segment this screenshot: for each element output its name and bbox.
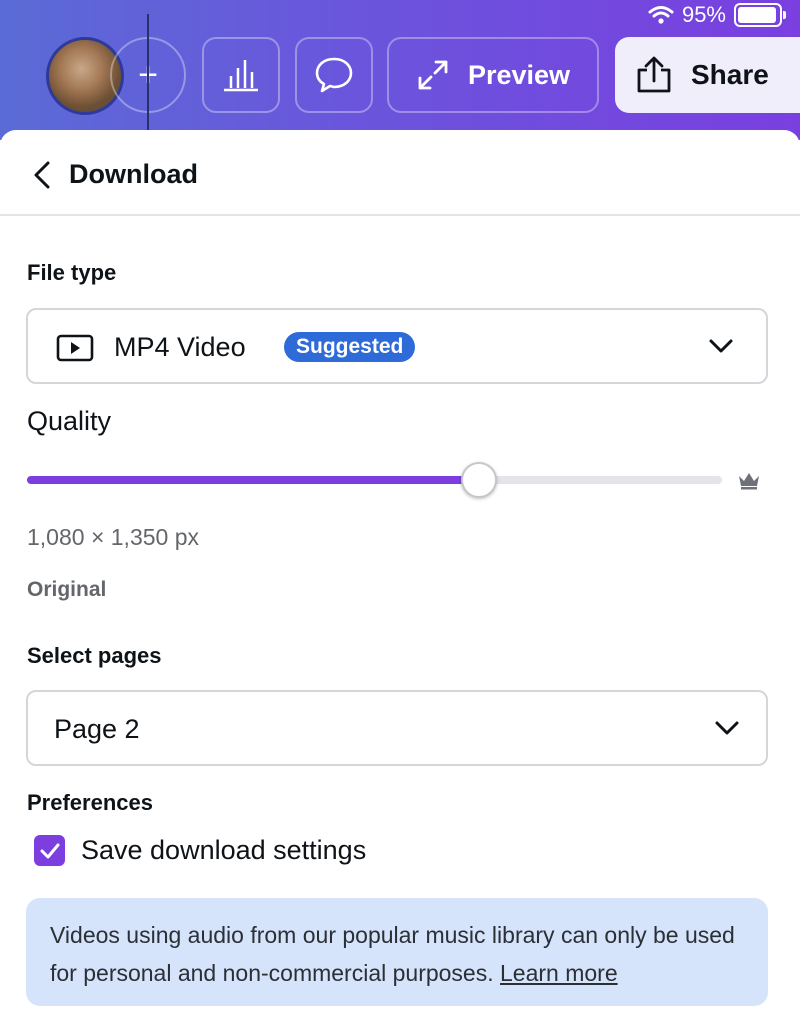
save-settings-row[interactable]: Save download settings	[34, 835, 366, 866]
chevron-down-icon	[715, 721, 739, 735]
crown-icon	[739, 473, 759, 490]
notice-text: Videos using audio from our popular musi…	[50, 922, 735, 986]
share-icon	[637, 56, 671, 93]
wifi-icon	[648, 6, 674, 24]
comment-icon	[315, 57, 353, 93]
preview-label: Preview	[467, 59, 571, 90]
panel-title: Download	[69, 159, 198, 189]
quality-slider-track[interactable]	[27, 476, 722, 484]
file-type-select[interactable]: MP4 Video Suggested	[26, 308, 768, 384]
bar-chart-icon	[224, 60, 258, 92]
dimensions-text: 1,080 × 1,350 px	[27, 524, 200, 550]
video-file-icon	[56, 334, 94, 362]
top-toolbar: 95% + Preview Share	[0, 0, 800, 140]
divider	[147, 14, 149, 130]
pages-select[interactable]: Page 2	[26, 690, 768, 766]
save-settings-checkbox[interactable]	[34, 835, 65, 866]
panel-header: Download	[0, 130, 800, 216]
comment-button[interactable]	[295, 37, 373, 113]
chevron-down-icon	[709, 339, 733, 353]
preferences-label: Preferences	[27, 790, 153, 815]
download-panel: Download File type MP4 Video Suggested Q…	[0, 130, 800, 1024]
checkmark-icon	[40, 843, 59, 858]
suggested-badge: Suggested	[284, 332, 416, 362]
quality-slider-fill	[27, 476, 479, 484]
battery-percent: 95%	[681, 2, 726, 27]
quality-preset: Original	[27, 578, 107, 601]
battery-icon	[734, 3, 786, 27]
preview-button[interactable]: Preview	[387, 37, 599, 113]
learn-more-link[interactable]: Learn more	[500, 960, 618, 986]
select-pages-label: Select pages	[27, 643, 162, 668]
share-label: Share	[691, 59, 769, 90]
file-type-value: MP4 Video	[114, 332, 246, 362]
expand-icon	[418, 60, 448, 90]
pages-value: Page 2	[54, 714, 140, 744]
insights-button[interactable]	[202, 37, 280, 113]
music-license-notice: Videos using audio from our popular musi…	[26, 898, 768, 1006]
status-bar: 95%	[648, 2, 786, 28]
chevron-left-icon[interactable]	[30, 160, 54, 190]
share-button[interactable]: Share	[615, 37, 800, 113]
quality-slider-thumb[interactable]	[460, 462, 497, 498]
quality-label: Quality	[27, 406, 112, 436]
file-type-label: File type	[27, 260, 117, 285]
save-settings-label: Save download settings	[81, 835, 367, 865]
